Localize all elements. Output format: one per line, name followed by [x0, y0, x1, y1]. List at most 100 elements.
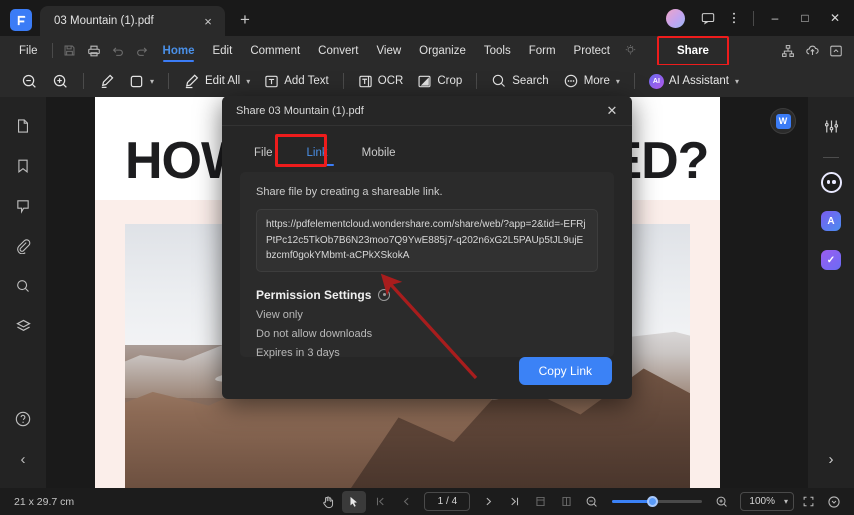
tab-link[interactable]: Link — [300, 141, 334, 166]
prev-page-button[interactable] — [394, 491, 418, 513]
save-icon[interactable] — [58, 39, 82, 63]
first-page-button[interactable] — [368, 491, 392, 513]
page-indicator[interactable]: 1 / 4 — [424, 492, 471, 511]
menu-convert[interactable]: Convert — [309, 36, 367, 65]
chevron-down-icon: ▾ — [615, 76, 620, 86]
redo-icon[interactable] — [130, 39, 154, 63]
more-button[interactable]: More ▾ — [556, 68, 627, 94]
search-label: Search — [512, 75, 549, 87]
shape-button[interactable]: ▾ — [122, 68, 161, 94]
expand-sidebar-button[interactable]: › — [816, 444, 846, 474]
fit-screen-button[interactable] — [796, 491, 820, 513]
share-network-icon[interactable] — [776, 39, 800, 63]
feedback-icon[interactable] — [695, 5, 721, 31]
single-page-view-icon[interactable] — [528, 491, 552, 513]
tab-file[interactable]: File — [248, 141, 279, 165]
status-controls: 1 / 4 100% ▾ — [316, 490, 846, 513]
minimize-button[interactable]: – — [760, 1, 790, 35]
last-page-button[interactable] — [502, 491, 526, 513]
title-bar: 03 Mountain (1).pdf × + – □ ✕ — [0, 0, 854, 36]
close-button[interactable]: ✕ — [820, 1, 850, 35]
share-url-field[interactable]: https://pdfelementcloud.wondershare.com/… — [256, 209, 598, 272]
slider-fill — [612, 500, 651, 503]
zoom-in-button[interactable] — [710, 491, 734, 513]
next-page-button[interactable] — [476, 491, 500, 513]
menu-edit[interactable]: Edit — [203, 36, 241, 65]
menu-home[interactable]: Home — [154, 36, 204, 65]
menu-right-icons — [776, 39, 854, 63]
avatar[interactable] — [666, 8, 685, 28]
menu-form[interactable]: Form — [520, 36, 565, 65]
undo-icon[interactable] — [106, 39, 130, 63]
close-icon[interactable]: ✕ — [602, 101, 622, 121]
copy-link-button[interactable]: Copy Link — [518, 357, 612, 385]
comment-icon[interactable] — [8, 191, 38, 221]
permission-settings-row[interactable]: Permission Settings — [256, 288, 598, 302]
cloud-upload-icon[interactable] — [800, 39, 824, 63]
ai-translate-icon[interactable]: A — [816, 206, 846, 236]
menu-bar: File Home Edit Comment Convert View Orga… — [0, 35, 854, 66]
divider — [83, 73, 84, 89]
zoom-out-button[interactable] — [14, 68, 45, 94]
collapse-sidebar-button[interactable]: ‹ — [8, 444, 38, 474]
layers-icon[interactable] — [8, 311, 38, 341]
ai-translate-badge: A — [821, 211, 841, 231]
menu-tools[interactable]: Tools — [475, 36, 520, 65]
tab-mobile[interactable]: Mobile — [356, 141, 402, 165]
properties-sliders-icon[interactable] — [816, 111, 846, 141]
menu-organize[interactable]: Organize — [410, 36, 475, 65]
facing-page-view-icon[interactable] — [554, 491, 578, 513]
thumbnails-icon[interactable] — [8, 111, 38, 141]
search-icon[interactable] — [8, 271, 38, 301]
chat-bot-icon[interactable] — [816, 167, 846, 197]
word-convert-badge[interactable]: W — [770, 108, 796, 134]
help-icon[interactable] — [8, 404, 38, 434]
status-bar: 21 x 29.7 cm 1 / 4 100% ▾ — [0, 488, 854, 515]
collapse-ribbon-icon[interactable] — [824, 39, 848, 63]
zoom-in-button[interactable] — [45, 68, 76, 94]
menu-file[interactable]: File — [10, 36, 47, 65]
menu-protect[interactable]: Protect — [565, 36, 619, 65]
chevron-down-icon: ▾ — [735, 76, 740, 86]
chevron-down-icon: ▾ — [783, 497, 788, 506]
menu-view[interactable]: View — [367, 36, 410, 65]
crop-button[interactable]: Crop — [410, 68, 469, 94]
bookmark-icon[interactable] — [8, 151, 38, 181]
print-icon[interactable] — [82, 39, 106, 63]
zoom-out-button[interactable] — [580, 491, 604, 513]
share-dialog[interactable]: Share 03 Mountain (1).pdf ✕ File Link Mo… — [222, 96, 632, 399]
menu-comment[interactable]: Comment — [241, 36, 309, 65]
more-view-options-button[interactable] — [822, 491, 846, 513]
new-tab-button[interactable]: + — [231, 6, 259, 34]
zoom-level-select[interactable]: 100% ▾ — [740, 492, 794, 511]
more-options-icon[interactable] — [721, 5, 747, 31]
maximize-button[interactable]: □ — [790, 1, 820, 35]
word-icon: W — [775, 113, 791, 129]
zoom-slider[interactable] — [612, 492, 703, 512]
edit-all-button[interactable]: Edit All ▾ — [176, 68, 257, 94]
search-button[interactable]: Search — [484, 68, 555, 94]
ocr-button[interactable]: OCR — [351, 68, 411, 94]
add-text-button[interactable]: Add Text — [257, 68, 336, 94]
permission-view-only: View only — [256, 308, 303, 321]
tips-bulb-icon[interactable] — [619, 39, 643, 63]
attachment-icon[interactable] — [8, 231, 38, 261]
select-tool-icon[interactable] — [342, 490, 367, 513]
slider-knob[interactable] — [646, 496, 658, 507]
share-button[interactable]: Share — [656, 35, 729, 66]
ai-proofread-icon[interactable]: ✓ — [816, 245, 846, 275]
dialog-footer: Copy Link — [222, 343, 632, 399]
zoom-level-label: 100% — [749, 496, 775, 507]
share-label: Share — [676, 44, 709, 57]
close-icon[interactable]: × — [199, 12, 217, 30]
ai-badge-icon: AI — [648, 73, 664, 89]
edit-all-label: Edit All — [205, 75, 241, 87]
info-icon[interactable] — [378, 288, 391, 301]
page-size-label: 21 x 29.7 cm — [14, 495, 75, 508]
document-tab[interactable]: 03 Mountain (1).pdf × — [40, 6, 225, 36]
pdf-editor-window: 03 Mountain (1).pdf × + – □ ✕ File Home … — [0, 0, 854, 515]
ai-assistant-button[interactable]: AI AI Assistant ▾ — [642, 68, 746, 94]
hand-tool-icon[interactable] — [316, 491, 340, 513]
highlight-button[interactable] — [91, 68, 122, 94]
chat-bot-glyph — [820, 171, 842, 193]
